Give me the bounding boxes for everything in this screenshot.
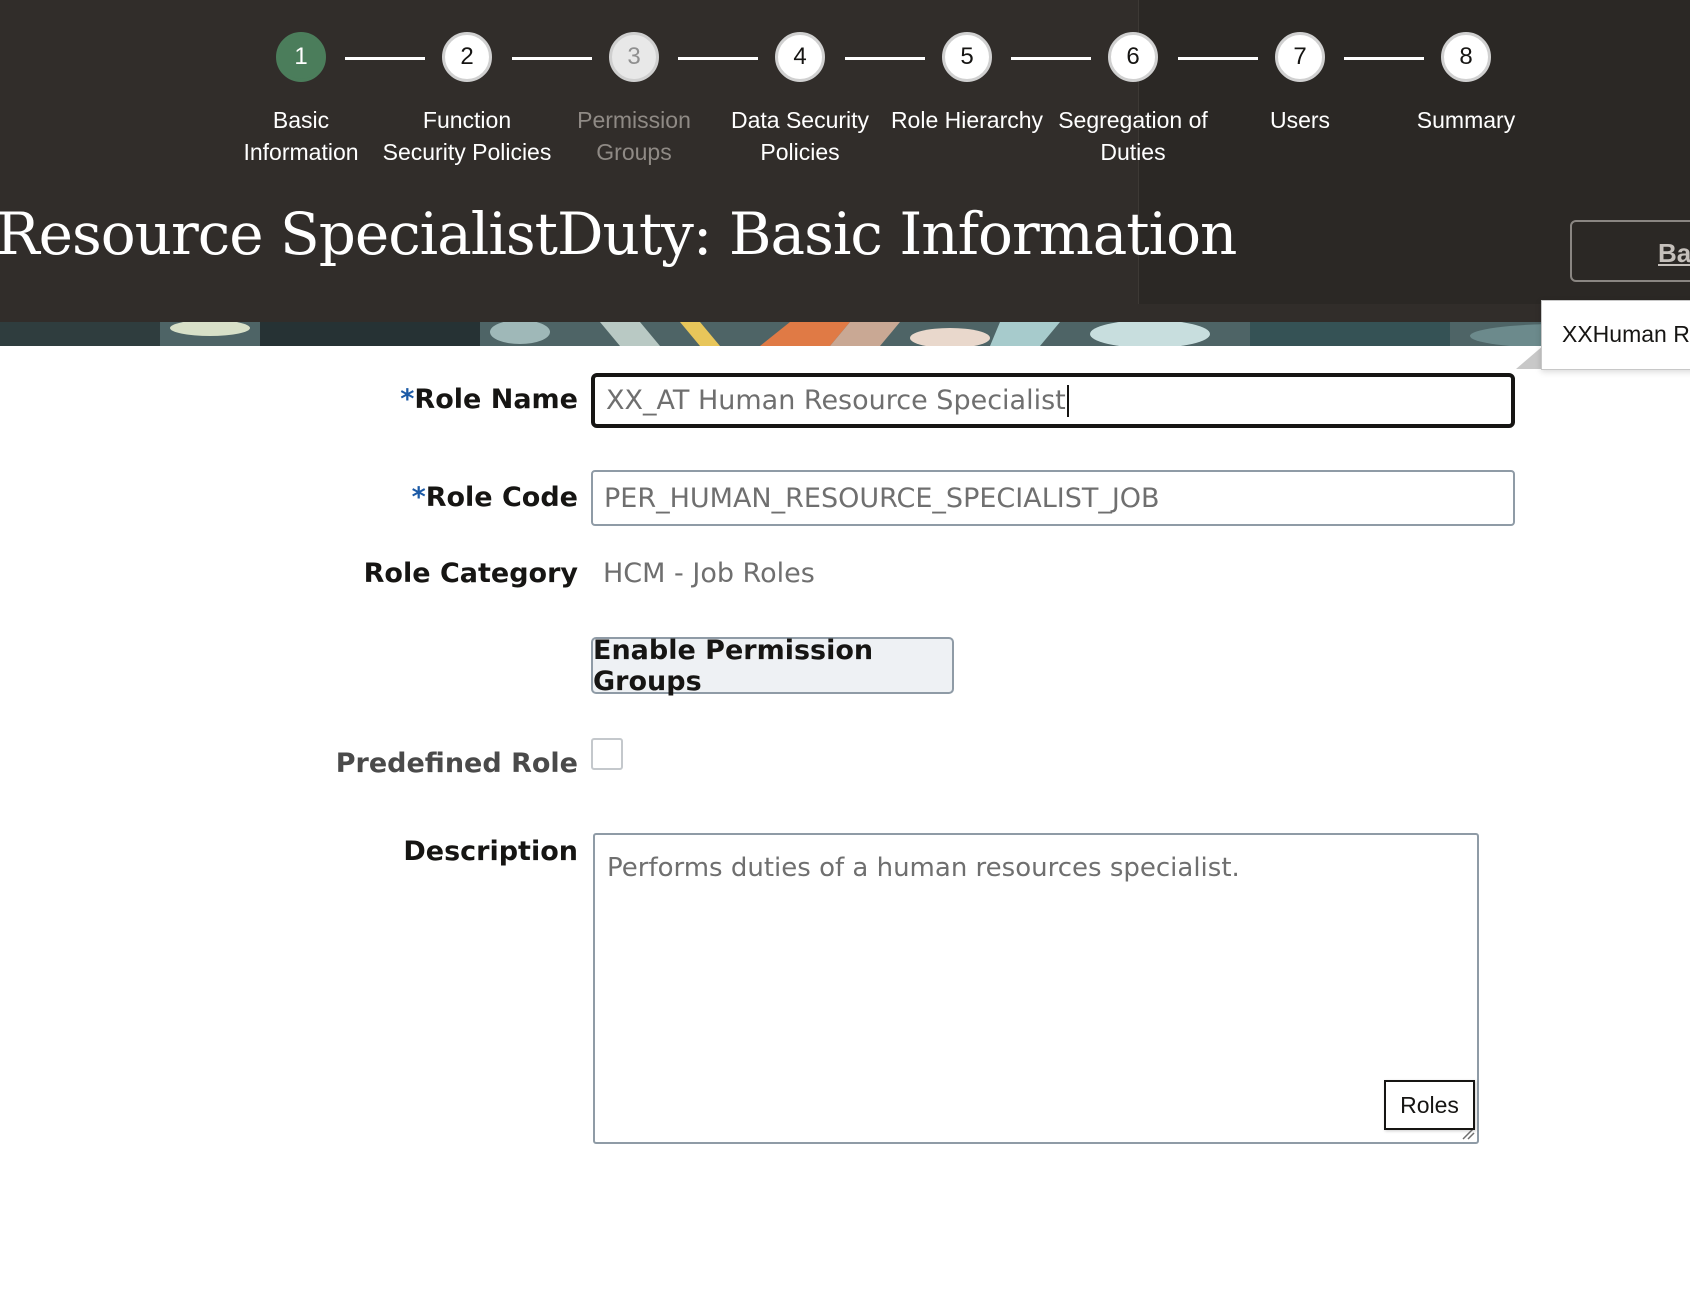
role-code-value[interactable]: PER_HUMAN_RESOURCE_SPECIALIST_JOB [604, 483, 1160, 514]
text-caret [1066, 384, 1069, 417]
required-asterisk: * [411, 482, 426, 513]
enable-permission-groups-button[interactable]: Enable Permission Groups [591, 635, 954, 697]
description-textarea[interactable]: Performs duties of a human resources spe… [593, 833, 1479, 1144]
role-code-label: *Role Code [412, 482, 578, 513]
train-step-permission-groups: 3 Permission Groups [539, 32, 729, 168]
step-number[interactable]: 2 [442, 32, 492, 82]
role-name-label-text: Role Name [414, 384, 578, 415]
role-code-input[interactable]: PER_HUMAN_RESOURCE_SPECIALIST_JOB [591, 470, 1515, 526]
step-number[interactable]: 4 [775, 32, 825, 82]
role-category-value: HCM - Job Roles [603, 558, 815, 589]
step-number[interactable]: 7 [1275, 32, 1325, 82]
step-label[interactable]: Role Hierarchy [872, 104, 1062, 136]
back-button[interactable]: Ba [1570, 220, 1690, 282]
roles-tooltip: Roles [1384, 1080, 1475, 1130]
step-label[interactable]: Users [1205, 104, 1395, 136]
step-number: 3 [609, 32, 659, 82]
role-name-input[interactable]: XX_AT Human Resource Specialist [591, 373, 1515, 428]
role-name-value[interactable]: XX_AT Human Resource Specialist [606, 385, 1066, 416]
predefined-role-checkbox[interactable] [591, 738, 623, 770]
description-label: Description [403, 836, 578, 867]
train-step-summary[interactable]: 8 Summary [1371, 32, 1561, 136]
required-asterisk: * [400, 384, 415, 415]
train-step-data-security-policies[interactable]: 4 Data Security Policies [705, 32, 895, 168]
step-label[interactable]: Data Security Policies [705, 104, 895, 168]
train-step-segregation-of-duties[interactable]: 6 Segregation of Duties [1038, 32, 1228, 168]
role-category-label: Role Category [363, 558, 578, 589]
step-number[interactable]: 8 [1441, 32, 1491, 82]
role-name-label: *Role Name [400, 384, 578, 415]
step-label: Permission Groups [577, 107, 691, 165]
train-step-function-security-policies[interactable]: 2 Function Security Policies [372, 32, 562, 168]
step-number[interactable]: 1 [276, 32, 326, 82]
step-label[interactable]: Segregation of Duties [1038, 104, 1228, 168]
role-name-tooltip: XXHuman R [1541, 300, 1690, 370]
step-label[interactable]: Summary [1371, 104, 1561, 136]
train-step-basic-information[interactable]: 1 Basic Information [206, 32, 396, 168]
train-step-users[interactable]: 7 Users [1205, 32, 1395, 136]
step-label[interactable]: Function Security Policies [372, 104, 562, 168]
step-label[interactable]: Basic Information [206, 104, 396, 168]
role-code-label-text: Role Code [425, 482, 578, 513]
page-header: 1 Basic Information 2 Function Security … [0, 0, 1690, 322]
predefined-role-label: Predefined Role [335, 748, 578, 779]
banner-art-icon [0, 322, 1690, 346]
train-step-role-hierarchy[interactable]: 5 Role Hierarchy [872, 32, 1062, 136]
step-number[interactable]: 6 [1108, 32, 1158, 82]
page-title: Resource SpecialistDuty: Basic Informati… [0, 200, 1237, 268]
tooltip-tail [1516, 345, 1544, 369]
step-number[interactable]: 5 [942, 32, 992, 82]
description-value[interactable]: Performs duties of a human resources spe… [607, 853, 1240, 883]
decorative-banner [0, 322, 1690, 346]
